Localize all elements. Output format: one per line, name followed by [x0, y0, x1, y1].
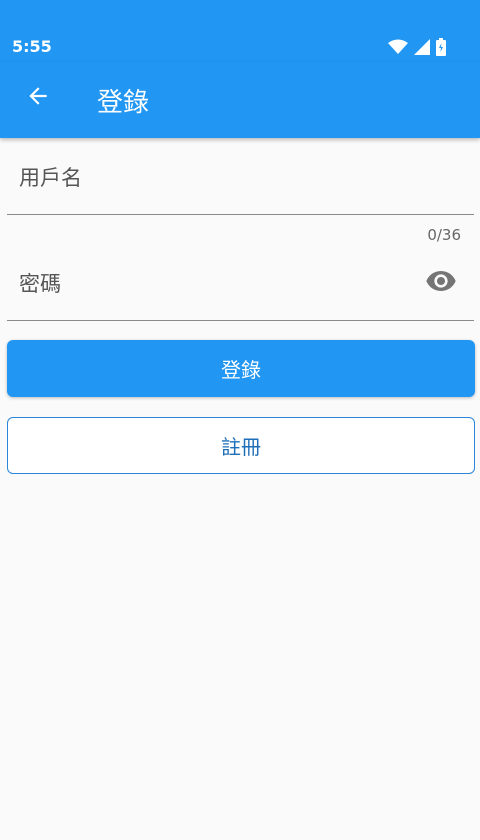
status-bar-top	[0, 0, 480, 32]
password-input[interactable]	[19, 264, 419, 304]
app-bar: 登錄	[0, 62, 480, 138]
password-field[interactable]	[7, 246, 474, 321]
username-character-counter: 0/36	[427, 226, 461, 244]
register-button[interactable]: 註冊	[7, 417, 475, 474]
signal-icon	[414, 39, 430, 59]
status-bar: 5:55	[0, 32, 480, 62]
status-icons	[388, 38, 446, 60]
page-title: 登錄	[97, 88, 150, 118]
battery-icon	[436, 38, 446, 60]
back-arrow-icon	[25, 83, 51, 113]
toggle-password-visibility-button[interactable]	[422, 264, 460, 302]
back-button[interactable]	[16, 76, 60, 120]
username-field[interactable]	[7, 140, 474, 215]
wifi-icon	[388, 39, 408, 59]
username-input[interactable]	[19, 158, 419, 198]
login-button[interactable]: 登錄	[7, 340, 475, 397]
status-time: 5:55	[12, 37, 52, 56]
eye-icon	[425, 265, 457, 301]
